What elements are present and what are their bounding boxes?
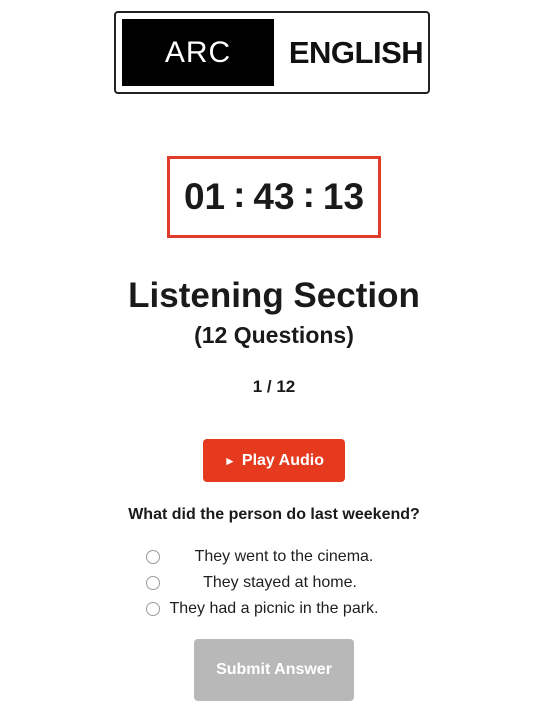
timer-minutes: 43 bbox=[253, 176, 295, 217]
answer-options: They went to the cinema. They stayed at … bbox=[0, 544, 536, 622]
submit-answer-button[interactable]: Submit Answer bbox=[194, 639, 354, 701]
timer-hours: 01 bbox=[183, 176, 226, 217]
play-icon: ► bbox=[224, 453, 236, 468]
play-audio-label: Play Audio bbox=[241, 451, 324, 469]
radio-button[interactable] bbox=[146, 550, 160, 564]
radio-button[interactable] bbox=[146, 602, 160, 616]
timer-separator: : bbox=[302, 174, 315, 215]
section-subtitle: (12 Questions) bbox=[194, 322, 354, 348]
answer-option[interactable]: They had a picnic in the park. bbox=[0, 596, 536, 622]
radio-button[interactable] bbox=[146, 576, 160, 590]
answer-option-label[interactable]: They went to the cinema. bbox=[195, 548, 374, 566]
countdown-timer: 01 : 43 : 13 bbox=[167, 156, 381, 238]
logo-arc: ARC bbox=[122, 19, 274, 86]
timer-separator: : bbox=[233, 174, 246, 215]
logo: ARC ENGLISH bbox=[114, 11, 430, 94]
play-audio-button[interactable]: ► Play Audio bbox=[203, 439, 345, 482]
answer-option-label[interactable]: They stayed at home. bbox=[203, 574, 357, 592]
question-progress: 1 / 12 bbox=[252, 377, 296, 396]
question-text: What did the person do last weekend? bbox=[128, 506, 420, 523]
answer-option[interactable]: They went to the cinema. bbox=[0, 544, 536, 570]
section-title: Listening Section bbox=[128, 276, 420, 315]
answer-option[interactable]: They stayed at home. bbox=[0, 570, 536, 596]
logo-english: ENGLISH bbox=[288, 34, 424, 70]
timer-seconds: 13 bbox=[322, 176, 365, 217]
answer-option-label[interactable]: They had a picnic in the park. bbox=[169, 600, 378, 618]
